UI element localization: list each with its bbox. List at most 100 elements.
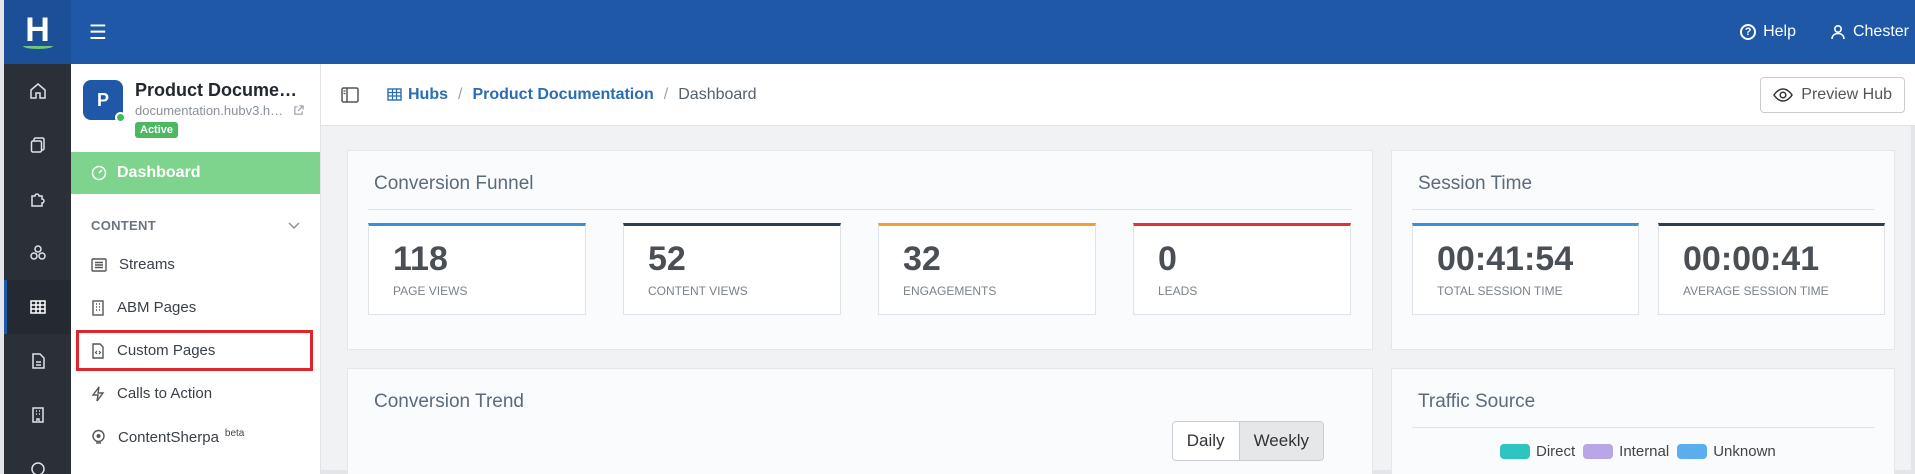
- puzzle-icon: [30, 193, 45, 207]
- eye-icon: [1773, 87, 1794, 102]
- hub-url: documentation.hubv3.hubs...: [135, 103, 287, 118]
- traffic-legend: Direct Internal Unknown: [1500, 443, 1776, 460]
- breadcrumb-hubs[interactable]: Hubs: [387, 86, 448, 104]
- sidebar-item-label: ContentSherpa beta: [118, 428, 244, 446]
- legend-label: Direct: [1536, 443, 1576, 460]
- status-badge: Active: [135, 122, 179, 138]
- legend-item-internal[interactable]: Internal: [1583, 443, 1669, 460]
- hub-avatar: P: [83, 80, 126, 123]
- stat-value: 32: [903, 240, 941, 278]
- user-menu[interactable]: Chester: [1830, 23, 1909, 41]
- conversion-funnel-card: Conversion Funnel 118 PAGE VIEWS 52 CONT…: [347, 150, 1373, 350]
- sidebar-item-label: Custom Pages: [117, 342, 216, 359]
- hub-sidebar: P Product Documentation documentation.hu…: [71, 64, 321, 474]
- legend-swatch: [1500, 444, 1530, 459]
- brand-logo[interactable]: H: [4, 0, 71, 64]
- user-name: Chester: [1852, 23, 1909, 40]
- app-root: H ☰ ? Help Chester P Product Documenta d…: [0, 0, 1915, 474]
- help-link[interactable]: ? Help: [1740, 23, 1796, 41]
- breadcrumb-current: Dashboard: [678, 85, 757, 103]
- online-status-dot: [115, 112, 126, 123]
- divider: [1412, 427, 1874, 428]
- hub-header: P Product Documentation documentation.hu…: [71, 64, 320, 146]
- logo-swoosh-icon: [22, 43, 53, 49]
- hamburger-menu-icon[interactable]: ☰: [89, 20, 107, 45]
- hub-avatar-letter: P: [96, 89, 109, 110]
- sidebar-item-label: Dashboard: [117, 164, 201, 181]
- bolt-icon: [91, 386, 105, 401]
- stat-average-session-time: 00:00:41 AVERAGE SESSION TIME: [1658, 223, 1885, 315]
- stat-content-views: 52 CONTENT VIEWS: [623, 223, 841, 315]
- grid-icon: [29, 300, 46, 314]
- rail-hubs[interactable]: [4, 280, 71, 334]
- rail-integrations[interactable]: [4, 172, 71, 226]
- list-icon: [91, 257, 107, 272]
- sidebar-item-custom-pages[interactable]: Custom Pages: [75, 329, 314, 372]
- traffic-source-card: Traffic Source Direct Internal Unknown: [1391, 368, 1895, 474]
- legend-item-direct[interactable]: Direct: [1500, 443, 1575, 460]
- stat-value: 00:41:54: [1437, 240, 1574, 278]
- rail-more[interactable]: [4, 442, 71, 474]
- trend-period-toggle: Daily Weekly: [1171, 421, 1324, 461]
- gauge-icon: [91, 165, 107, 181]
- breadcrumb-hubs-label: Hubs: [408, 85, 448, 103]
- session-time-card: Session Time 00:41:54 TOTAL SESSION TIME…: [1391, 150, 1895, 350]
- stat-value: 0: [1158, 240, 1177, 278]
- rail-documents[interactable]: [4, 334, 71, 388]
- rail-accounts[interactable]: [4, 388, 71, 442]
- breadcrumb-hub[interactable]: Product Documentation: [472, 86, 653, 104]
- icon-rail: [4, 64, 71, 474]
- legend-item-unknown[interactable]: Unknown: [1677, 443, 1776, 460]
- user-icon: [1831, 24, 1845, 40]
- legend-label: Unknown: [1713, 443, 1776, 460]
- logo-letter: H: [25, 11, 50, 49]
- top-navbar: H ☰ ? Help Chester: [4, 0, 1915, 64]
- stat-label: TOTAL SESSION TIME: [1437, 284, 1563, 298]
- sidebar-item-dashboard[interactable]: Dashboard: [71, 152, 320, 194]
- sidebar-item-label: Calls to Action: [117, 385, 213, 402]
- rail-network[interactable]: [4, 226, 71, 280]
- card-title: Conversion Trend: [374, 391, 524, 412]
- stat-leads: 0 LEADS: [1133, 223, 1351, 315]
- code-file-icon: [92, 342, 104, 359]
- breadcrumb: Hubs / Product Documentation / Dashboard: [387, 86, 757, 104]
- legend-swatch: [1583, 444, 1614, 459]
- grid-icon: [387, 88, 402, 101]
- card-title: Conversion Funnel: [374, 173, 534, 194]
- stat-label: CONTENT VIEWS: [648, 284, 748, 298]
- sidebar-toggle-icon[interactable]: [341, 86, 359, 103]
- stat-page-views: 118 PAGE VIEWS: [368, 223, 586, 315]
- hub-title: Product Documentation: [135, 80, 305, 100]
- sidebar-item-abm-pages[interactable]: ABM Pages: [71, 286, 320, 329]
- hub-info: Product Documentation documentation.hubv…: [135, 80, 305, 138]
- stat-value: 00:00:41: [1683, 240, 1820, 278]
- content-section-toggle[interactable]: CONTENT: [71, 194, 320, 243]
- sidebar-item-label-text: ContentSherpa: [118, 428, 219, 446]
- sherpa-icon: [92, 429, 105, 444]
- preview-hub-button[interactable]: Preview Hub: [1760, 76, 1905, 113]
- stat-value: 52: [648, 240, 686, 278]
- stat-engagements: 32 ENGAGEMENTS: [878, 223, 1096, 315]
- stat-label: LEADS: [1158, 284, 1198, 298]
- stat-label: AVERAGE SESSION TIME: [1683, 284, 1829, 298]
- pin-icon: [30, 462, 45, 474]
- daily-button[interactable]: Daily: [1172, 422, 1239, 460]
- sidebar-item-contentsherpa[interactable]: ContentSherpa beta: [71, 415, 320, 458]
- sidebar-item-streams[interactable]: Streams: [71, 243, 320, 286]
- sidebar-item-label: ABM Pages: [117, 299, 197, 316]
- sidebar-item-calls-to-action[interactable]: Calls to Action: [71, 372, 320, 415]
- document-icon: [31, 353, 45, 369]
- help-label: Help: [1763, 23, 1796, 40]
- beta-badge: beta: [224, 427, 245, 439]
- card-title: Session Time: [1418, 173, 1533, 194]
- rail-content[interactable]: [4, 118, 71, 172]
- conversion-trend-card: Conversion Trend Daily Weekly: [347, 368, 1373, 474]
- building-icon: [31, 407, 44, 423]
- breadcrumb-bar: Hubs / Product Documentation / Dashboard…: [321, 64, 1915, 126]
- hub-url-link[interactable]: documentation.hubv3.hubs...: [135, 103, 305, 118]
- legend-swatch: [1677, 444, 1708, 459]
- rail-home[interactable]: [4, 64, 71, 118]
- stat-label: ENGAGEMENTS: [903, 284, 997, 298]
- network-icon: [29, 245, 46, 260]
- weekly-button[interactable]: Weekly: [1238, 422, 1323, 460]
